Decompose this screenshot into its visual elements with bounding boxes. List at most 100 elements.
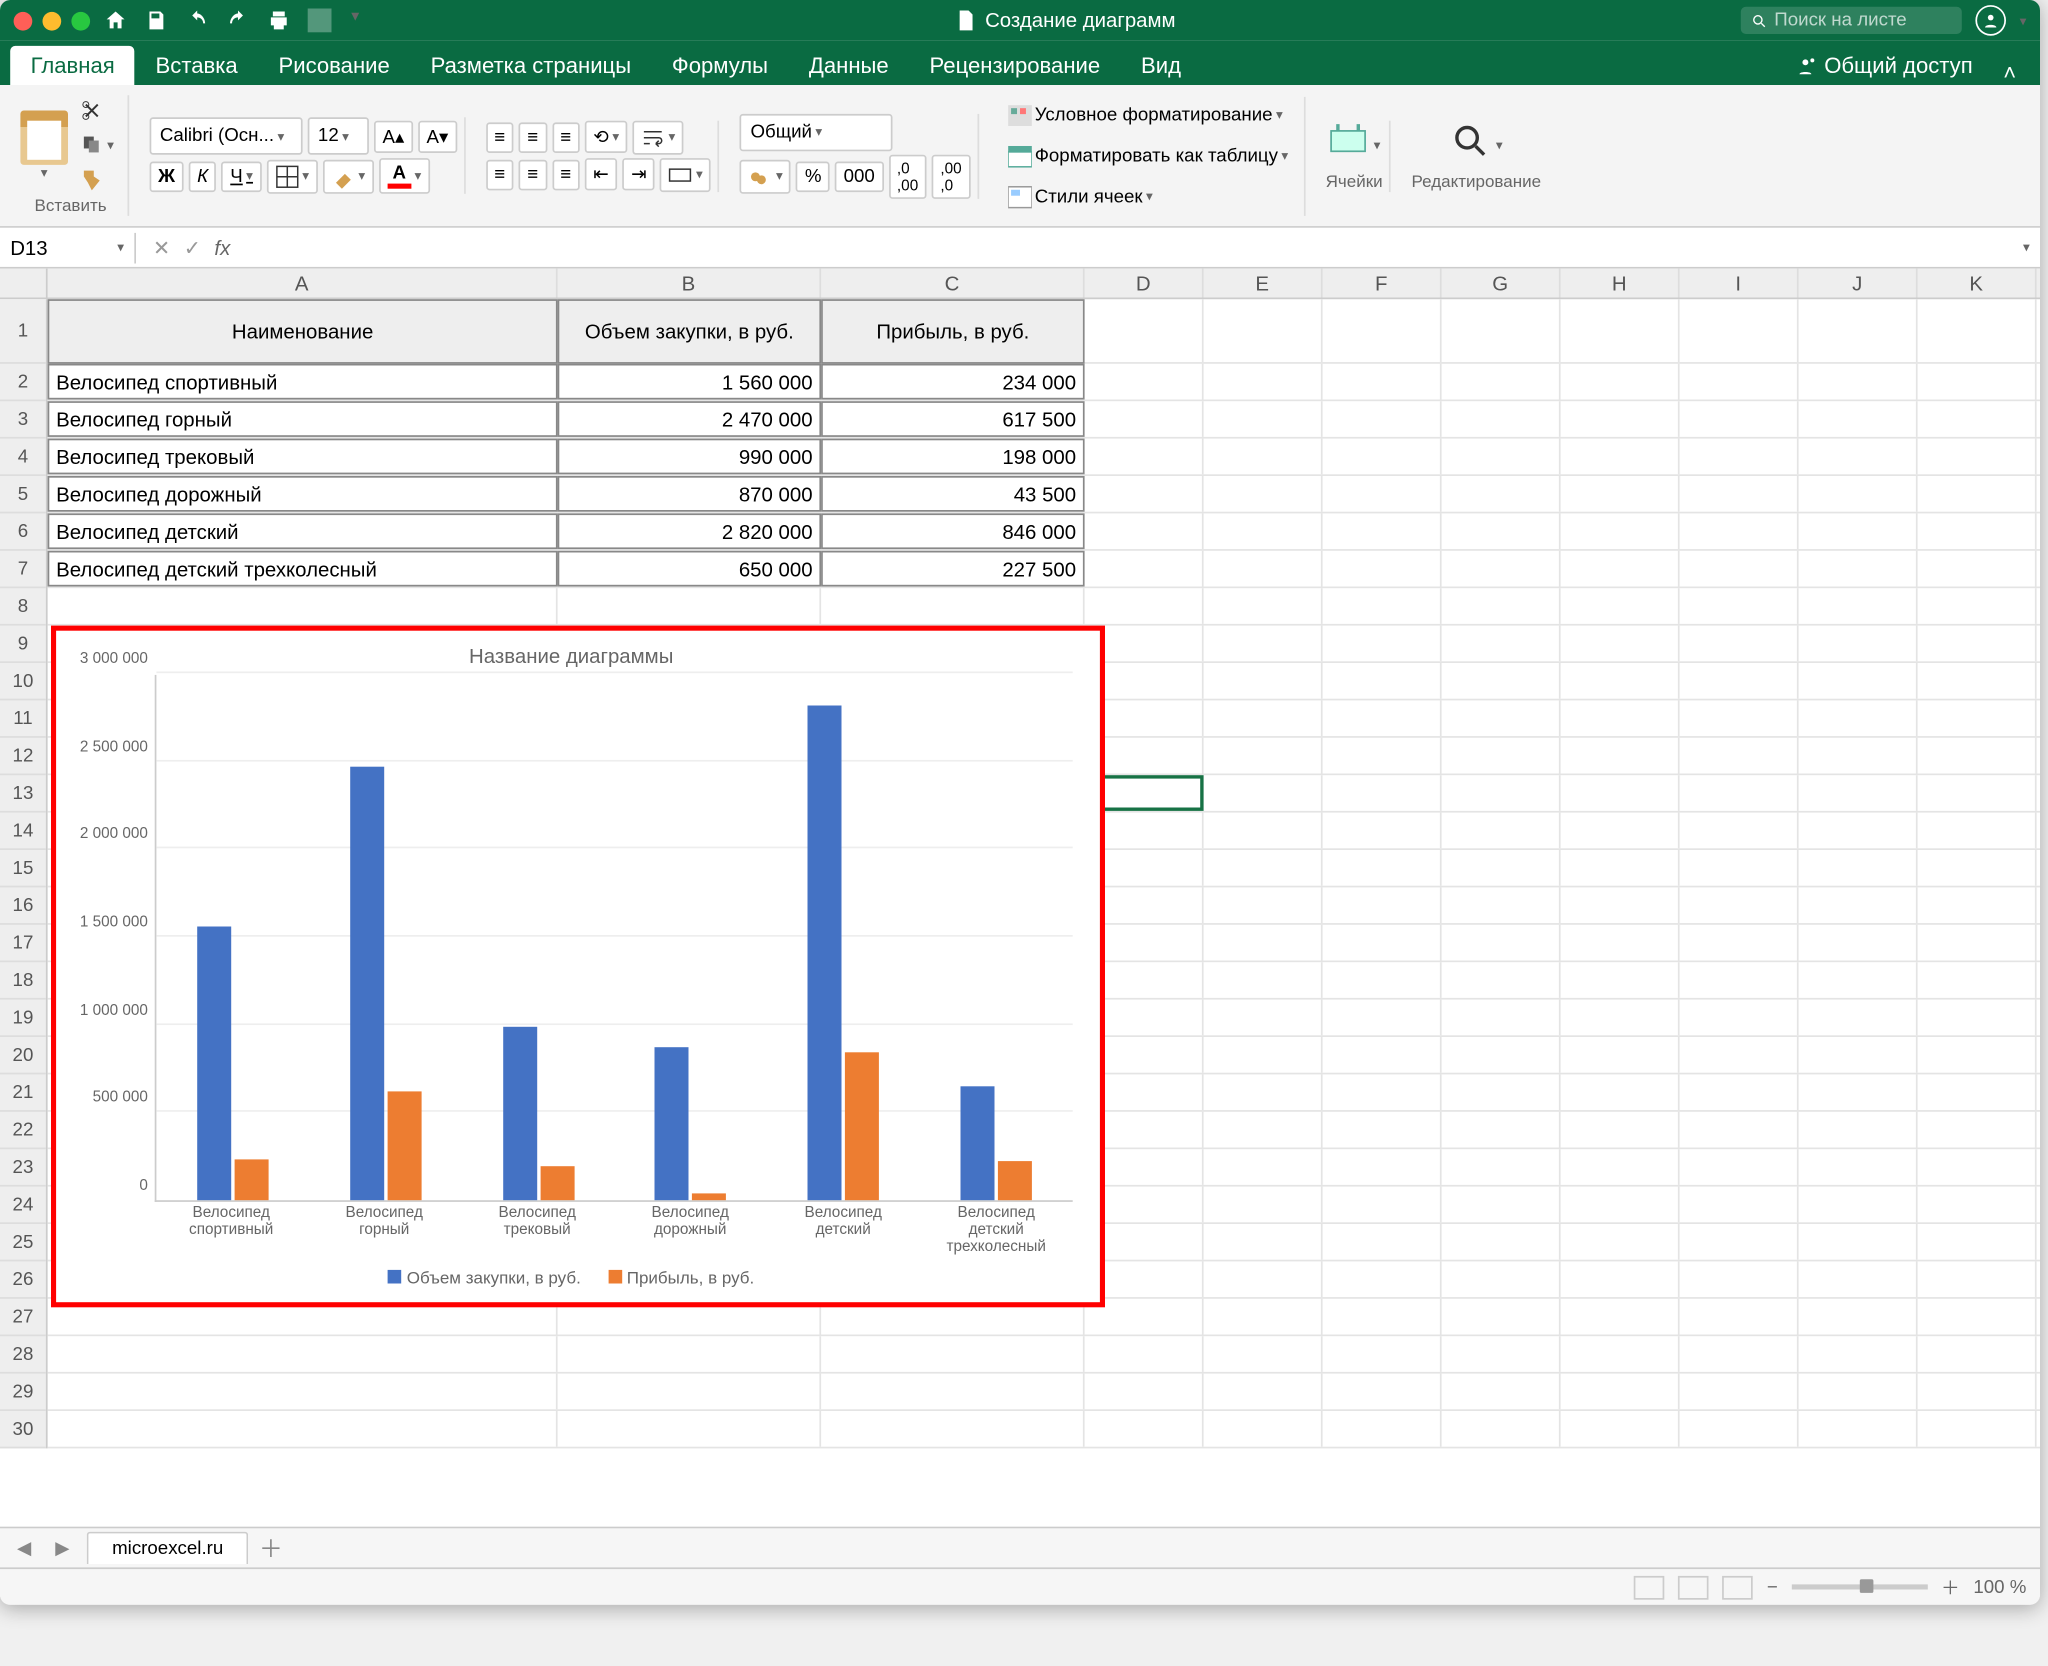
row-header[interactable]: 9 [0, 626, 46, 663]
cell[interactable] [1799, 476, 1918, 512]
cell[interactable] [1204, 962, 1323, 998]
cell[interactable] [1204, 850, 1323, 886]
cell[interactable] [1442, 1149, 1561, 1185]
cell[interactable] [1085, 401, 1204, 437]
cell[interactable] [1561, 551, 1680, 587]
cell[interactable] [1680, 1411, 1799, 1447]
cell[interactable] [1204, 551, 1323, 587]
formula-input[interactable] [247, 231, 2012, 263]
cell[interactable] [1918, 1112, 2037, 1148]
cell[interactable] [1799, 1336, 1918, 1372]
zoom-in-button[interactable]: ＋ [1941, 1573, 1960, 1600]
cell[interactable] [1323, 700, 1442, 736]
cell[interactable]: Велосипед горный [48, 401, 558, 437]
normal-view-button[interactable] [1634, 1575, 1665, 1599]
cell[interactable] [1561, 1411, 1680, 1447]
cell[interactable] [1204, 1187, 1323, 1223]
cell[interactable] [1204, 775, 1323, 811]
cell[interactable] [1918, 551, 2037, 587]
prev-sheet-button[interactable]: ◀ [10, 1537, 38, 1559]
cell[interactable] [1680, 738, 1799, 774]
column-header[interactable]: A [48, 269, 558, 298]
cell[interactable] [1561, 401, 1680, 437]
cell[interactable] [1799, 1187, 1918, 1223]
cell[interactable]: Велосипед спортивный [48, 364, 558, 400]
cell[interactable]: Велосипед трековый [48, 439, 558, 475]
cell[interactable] [1680, 925, 1799, 961]
cell[interactable] [1799, 1299, 1918, 1335]
cell[interactable] [48, 1411, 558, 1447]
cell[interactable] [1442, 1411, 1561, 1447]
cell[interactable] [1918, 1411, 2037, 1447]
cell[interactable] [1442, 299, 1561, 362]
page-break-view-button[interactable] [1723, 1575, 1754, 1599]
cell[interactable] [1085, 299, 1204, 362]
align-center-button[interactable]: ≡ [519, 159, 547, 190]
zoom-slider[interactable] [1791, 1584, 1927, 1589]
cell[interactable] [1680, 299, 1799, 362]
cell[interactable] [1442, 551, 1561, 587]
cell[interactable] [1204, 1000, 1323, 1036]
cell[interactable] [1442, 1074, 1561, 1110]
cell[interactable] [48, 588, 558, 624]
cell[interactable] [1680, 1187, 1799, 1223]
cell[interactable] [1918, 925, 2037, 961]
cell[interactable] [1442, 813, 1561, 849]
row-header[interactable]: 11 [0, 700, 46, 737]
cell[interactable] [1204, 813, 1323, 849]
column-header[interactable]: I [1680, 269, 1799, 298]
cell[interactable] [1680, 1000, 1799, 1036]
cell[interactable] [1561, 1037, 1680, 1073]
page-layout-view-button[interactable] [1679, 1575, 1710, 1599]
cell[interactable] [1918, 1261, 2037, 1297]
cell[interactable] [1561, 626, 1680, 662]
cell[interactable] [1561, 1299, 1680, 1335]
align-top-button[interactable]: ≡ [486, 122, 514, 153]
cell[interactable] [1799, 700, 1918, 736]
increase-indent-button[interactable]: ⇥ [623, 158, 656, 190]
cell[interactable] [1323, 626, 1442, 662]
cell[interactable] [1918, 1224, 2037, 1260]
cell[interactable] [1680, 775, 1799, 811]
close-icon[interactable] [14, 11, 33, 30]
cell[interactable] [1561, 1224, 1680, 1260]
cell[interactable] [1323, 962, 1442, 998]
column-header[interactable]: F [1323, 269, 1442, 298]
cell[interactable] [1561, 700, 1680, 736]
cell[interactable] [1918, 1074, 2037, 1110]
tab-данные[interactable]: Данные [788, 46, 909, 85]
cell[interactable] [1323, 1149, 1442, 1185]
conditional-formatting-button[interactable]: Условное форматирование▾ [999, 96, 1297, 133]
cell[interactable] [1918, 513, 2037, 549]
cell[interactable] [1442, 1187, 1561, 1223]
row-header[interactable]: 21 [0, 1074, 46, 1111]
cell[interactable] [1799, 813, 1918, 849]
cell[interactable] [1204, 439, 1323, 475]
percent-button[interactable]: % [796, 161, 830, 192]
row-header[interactable]: 13 [0, 775, 46, 812]
cancel-formula-icon[interactable]: ✕ [153, 235, 170, 259]
align-left-button[interactable]: ≡ [486, 159, 514, 190]
cell[interactable] [1323, 925, 1442, 961]
cell[interactable] [1799, 775, 1918, 811]
next-sheet-button[interactable]: ▶ [48, 1537, 76, 1559]
cell[interactable]: 650 000 [558, 551, 822, 587]
underline-button[interactable]: Ч▾ [222, 161, 262, 192]
row-header[interactable]: 15 [0, 850, 46, 887]
row-header[interactable]: 20 [0, 1037, 46, 1074]
cell[interactable] [1442, 738, 1561, 774]
cell[interactable] [1799, 738, 1918, 774]
cell[interactable] [1561, 1000, 1680, 1036]
redo-icon[interactable] [226, 9, 250, 33]
cell[interactable] [1918, 476, 2037, 512]
cell[interactable] [1085, 1336, 1204, 1372]
cell[interactable] [1918, 663, 2037, 699]
undo-icon[interactable] [185, 9, 209, 33]
column-header[interactable]: H [1561, 269, 1680, 298]
cell[interactable] [1680, 1336, 1799, 1372]
cells-button[interactable] [1328, 120, 1369, 169]
accept-formula-icon[interactable]: ✓ [184, 235, 201, 259]
column-header[interactable]: B [558, 269, 822, 298]
cell[interactable] [1680, 513, 1799, 549]
cell[interactable] [1680, 1261, 1799, 1297]
